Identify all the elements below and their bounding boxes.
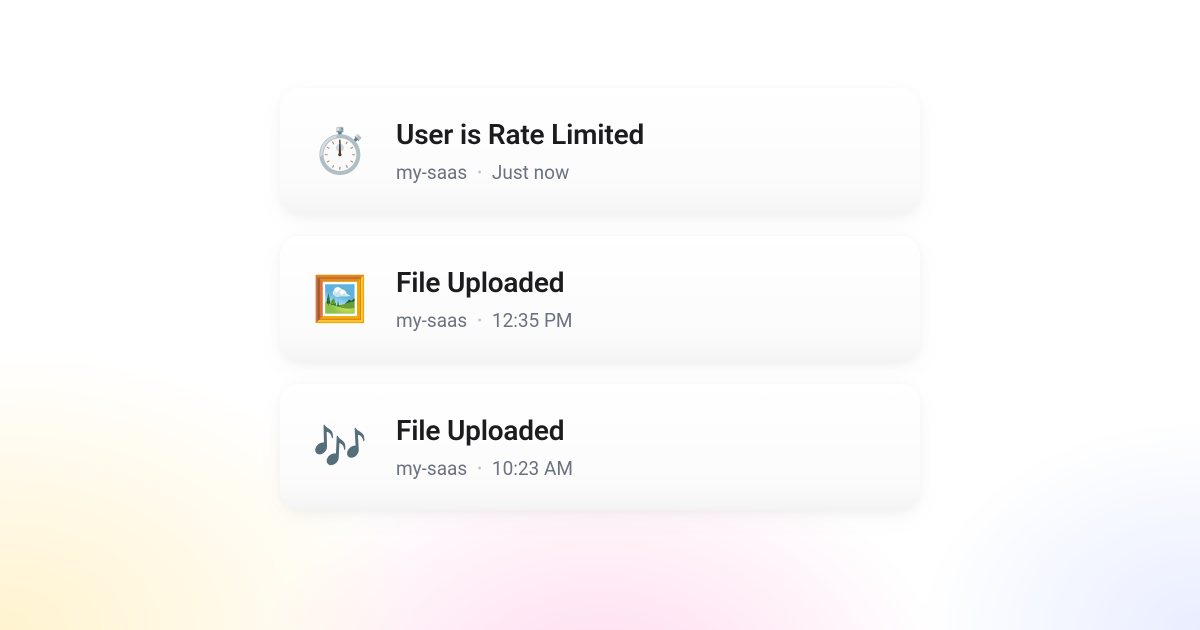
notification-card[interactable]: ⏱️ User is Rate Limited my-saas • Just n… bbox=[280, 88, 920, 214]
notification-source: my-saas bbox=[396, 457, 467, 480]
notification-body: File Uploaded my-saas • 12:35 PM bbox=[396, 266, 573, 332]
notification-source: my-saas bbox=[396, 309, 467, 332]
notification-title: File Uploaded bbox=[396, 266, 573, 299]
stopwatch-icon: ⏱️ bbox=[314, 125, 366, 177]
notification-card[interactable]: 🖼️ File Uploaded my-saas • 12:35 PM bbox=[280, 236, 920, 362]
picture-icon: 🖼️ bbox=[314, 273, 366, 325]
notification-meta: my-saas • 10:23 AM bbox=[396, 457, 573, 480]
notification-meta: my-saas • 12:35 PM bbox=[396, 309, 573, 332]
music-notes-icon: 🎶 bbox=[314, 421, 366, 473]
meta-separator-icon: • bbox=[477, 165, 482, 181]
meta-separator-icon: • bbox=[477, 461, 482, 477]
notification-card[interactable]: 🎶 File Uploaded my-saas • 10:23 AM bbox=[280, 384, 920, 510]
notification-feed: ⏱️ User is Rate Limited my-saas • Just n… bbox=[280, 88, 920, 510]
notification-source: my-saas bbox=[396, 161, 467, 184]
meta-separator-icon: • bbox=[477, 313, 482, 329]
notification-meta: my-saas • Just now bbox=[396, 161, 644, 184]
notification-title: File Uploaded bbox=[396, 414, 573, 447]
notification-title: User is Rate Limited bbox=[396, 118, 644, 151]
notification-time: Just now bbox=[492, 161, 569, 184]
notification-body: User is Rate Limited my-saas • Just now bbox=[396, 118, 644, 184]
notification-time: 12:35 PM bbox=[492, 309, 573, 332]
notification-body: File Uploaded my-saas • 10:23 AM bbox=[396, 414, 573, 480]
notification-time: 10:23 AM bbox=[492, 457, 573, 480]
